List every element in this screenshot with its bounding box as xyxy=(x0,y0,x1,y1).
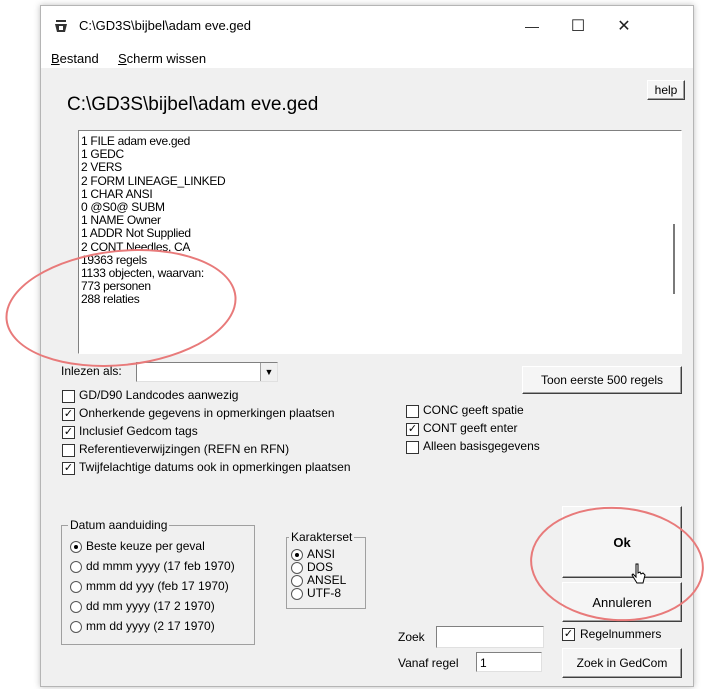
menu-scherm-accelerator: S xyxy=(118,51,127,66)
title-bar[interactable]: C:\GD3S\bijbel\adam eve.ged — ☐ ✕ xyxy=(41,6,693,46)
gd3s-app-icon xyxy=(55,20,67,32)
maximize-icon: ☐ xyxy=(570,18,586,35)
date-format-radio-4[interactable] xyxy=(70,621,82,633)
date-format-label-1: dd mmm yyyy (17 feb 1970) xyxy=(86,559,235,573)
check-icon: ✓ xyxy=(63,426,74,438)
date-format-label-3: dd mm yyyy (17 2 1970) xyxy=(86,599,215,613)
minimize-button[interactable]: — xyxy=(509,6,555,46)
date-format-radio-3[interactable] xyxy=(70,601,82,613)
option-left-label-2: Inclusief Gedcom tags xyxy=(79,424,198,438)
line-numbers-checkbox[interactable]: ✓ xyxy=(562,628,575,641)
charset-label-0: ANSI xyxy=(307,547,336,561)
close-button[interactable]: ✕ xyxy=(601,6,647,46)
date-format-radio-2[interactable] xyxy=(70,581,82,593)
line-numbers-label: Regelnummers xyxy=(580,627,662,641)
option-right-label-2: Alleen basisgegevens xyxy=(423,439,540,453)
date-format-label-2: mmm dd yyy (feb 17 1970) xyxy=(86,579,229,593)
cancel-button[interactable]: Annuleren xyxy=(562,582,682,622)
date-format-radio-1[interactable] xyxy=(70,561,82,573)
from-line-label: Vanaf regel xyxy=(398,656,459,670)
search-input[interactable] xyxy=(436,626,544,648)
read-as-label: Inlezen als: xyxy=(61,364,122,378)
menu-scherm-label: cherm wissen xyxy=(126,51,207,66)
charset-label-3: UTF-8 xyxy=(307,586,341,600)
date-format-radio-0[interactable] xyxy=(70,541,82,553)
charset-radio-3[interactable] xyxy=(291,588,303,600)
option-left-checkbox-1[interactable]: ✓ xyxy=(62,408,75,421)
charset-radio-1[interactable] xyxy=(291,562,303,574)
option-right-label-0: CONC geeft spatie xyxy=(423,403,524,417)
option-left-checkbox-4[interactable]: ✓ xyxy=(62,462,75,475)
option-left-checkbox-0[interactable] xyxy=(62,390,75,403)
from-line-input[interactable]: 1 xyxy=(476,652,542,672)
option-left-label-4: Twijfelachtige datums ook in opmerkingen… xyxy=(79,460,351,474)
option-right-label-1: CONT geeft enter xyxy=(423,421,518,435)
log-line: 2 VERS xyxy=(81,160,122,175)
charset-label-2: ANSEL xyxy=(307,573,347,587)
gd3s-window: C:\GD3S\bijbel\adam eve.ged — ☐ ✕ Bestan… xyxy=(40,5,694,687)
chevron-down-icon: ▼ xyxy=(260,363,277,381)
log-line: 2 FORM LINEAGE_LINKED xyxy=(81,173,226,188)
date-format-label-4: mm dd yyyy (2 17 1970) xyxy=(86,619,215,633)
search-label: Zoek xyxy=(398,630,425,644)
log-line: 288 relaties xyxy=(81,292,140,307)
ok-button[interactable]: Ok xyxy=(562,506,682,578)
charset-radio-0[interactable] xyxy=(291,549,303,561)
date-format-group: Datum aanduiding Beste keuze per geval dd… xyxy=(61,518,255,645)
log-line: 1 ADDR Not Supplied xyxy=(81,226,191,241)
charset-label-1: DOS xyxy=(307,560,334,574)
charset-radio-2[interactable] xyxy=(291,575,303,587)
log-scrollbar[interactable] xyxy=(673,224,675,294)
search-gedcom-button[interactable]: Zoek in GedCom xyxy=(562,648,682,678)
option-left-label-0: GD/D90 Landcodes aanwezig xyxy=(79,388,239,402)
check-icon: ✓ xyxy=(407,423,418,435)
menu-bestand-accelerator: B xyxy=(51,51,60,66)
date-format-label-0: Beste keuze per geval xyxy=(86,539,205,553)
log-line: 2 CONT Needles, CA xyxy=(81,239,191,254)
read-as-dropdown[interactable]: ▼ xyxy=(136,362,278,382)
option-left-label-1: Onherkende gegevens in opmerkingen plaat… xyxy=(79,406,335,420)
charset-group: Karakterset ANSI DOS ANSEL UTF-8 xyxy=(286,530,366,609)
menu-bestand[interactable]: Bestand xyxy=(51,51,99,66)
option-left-checkbox-3[interactable] xyxy=(62,444,75,457)
check-icon: ✓ xyxy=(563,628,574,640)
option-left-checkbox-2[interactable]: ✓ xyxy=(62,426,75,439)
close-icon: ✕ xyxy=(617,18,631,35)
option-right-checkbox-0[interactable] xyxy=(406,405,419,418)
help-button[interactable]: help xyxy=(647,80,685,100)
menu-scherm-wissen[interactable]: Scherm wissen xyxy=(118,51,206,66)
check-icon: ✓ xyxy=(63,408,74,420)
option-right-checkbox-1[interactable]: ✓ xyxy=(406,423,419,436)
window-title: C:\GD3S\bijbel\adam eve.ged xyxy=(79,18,251,33)
log-lines: 1 FILE adam eve.ged 1 GEDC 2 VERS 2 FORM LI… xyxy=(81,134,226,307)
log-output[interactable]: 1 FILE adam eve.ged 1 GEDC 2 VERS 2 FORM LI… xyxy=(78,130,682,354)
charset-legend: Karakterset xyxy=(289,530,355,544)
file-path-heading: C:\GD3S\bijbel\adam eve.ged xyxy=(67,94,319,115)
show-first-500-lines-button[interactable]: Toon eerste 500 regels xyxy=(522,366,682,394)
menu-bestand-label: estand xyxy=(59,51,99,66)
maximize-button[interactable]: ☐ xyxy=(555,6,601,46)
check-icon: ✓ xyxy=(63,462,74,474)
date-format-legend: Datum aanduiding xyxy=(68,518,170,532)
mouse-cursor-icon xyxy=(631,563,646,584)
option-right-checkbox-2[interactable] xyxy=(406,441,419,454)
menu-bar: Bestand Scherm wissen xyxy=(41,46,693,68)
option-left-label-3: Referentieverwijzingen (REFN en RFN) xyxy=(79,442,290,456)
minimize-icon: — xyxy=(525,18,539,34)
